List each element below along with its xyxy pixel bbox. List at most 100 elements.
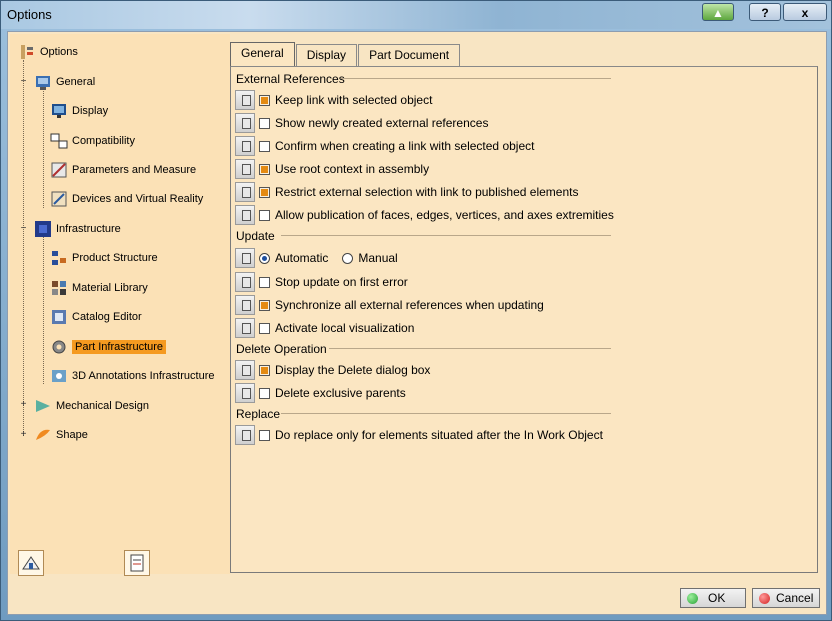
checkbox[interactable] [259, 364, 270, 376]
display-icon [50, 102, 68, 120]
checkbox[interactable] [259, 94, 270, 106]
expand-icon[interactable]: + [19, 400, 28, 410]
ok-button[interactable]: OK [680, 588, 746, 608]
lock-icon[interactable] [235, 159, 255, 179]
dialog-client-area: Options − General Display Compatibility … [7, 31, 827, 615]
section-divider [281, 413, 611, 414]
option-label: Use root context in assembly [275, 162, 430, 176]
tree-root-options[interactable]: Options [18, 42, 78, 62]
options-window: Options ▲ ? x Options − General Display … [0, 0, 832, 621]
expand-icon[interactable]: + [19, 430, 28, 440]
checkbox[interactable] [259, 299, 270, 311]
tree-item-devices-and-virtual-reality[interactable]: Devices and Virtual Reality [50, 189, 203, 209]
option-row: Confirm when creating a link with select… [235, 135, 534, 157]
reset-options-icon[interactable] [18, 550, 44, 576]
tab-display[interactable]: Display [295, 44, 358, 66]
checkbox[interactable] [259, 186, 270, 198]
section-divider [281, 235, 611, 236]
radio-label: Automatic [275, 251, 329, 265]
tree-item-infrastructure[interactable]: Infrastructure [34, 219, 121, 239]
product-structure-icon [50, 249, 68, 267]
radio-manual[interactable] [342, 252, 354, 264]
tree-label: Material Library [72, 282, 148, 294]
general-tab-panel: External References Keep link with selec… [230, 66, 818, 573]
lock-icon[interactable] [235, 360, 255, 380]
checkbox[interactable] [259, 276, 270, 288]
catalog-editor-icon [50, 308, 68, 326]
option-row: Restrict external selection with link to… [235, 181, 578, 203]
tree-item-compatibility[interactable]: Compatibility [50, 131, 135, 151]
tab-general[interactable]: General [230, 42, 295, 66]
collapse-icon[interactable]: − [19, 77, 28, 87]
ok-label: OK [708, 591, 726, 605]
minimize-to-tray-button[interactable]: ▲ [702, 3, 734, 21]
general-icon [34, 73, 52, 91]
tree-label: Options [40, 46, 78, 58]
lock-icon[interactable] [235, 205, 255, 225]
option-label: Keep link with selected object [275, 93, 433, 107]
radio-automatic[interactable] [259, 252, 270, 264]
tree-item-catalog-editor[interactable]: Catalog Editor [50, 307, 142, 327]
shape-icon [34, 426, 52, 444]
lock-icon[interactable] [235, 182, 255, 202]
tree-item-parameters-and-measure[interactable]: Parameters and Measure [50, 160, 196, 180]
gear-icon [50, 338, 68, 356]
tree-label: Devices and Virtual Reality [72, 193, 204, 205]
tree-label: Parameters and Measure [72, 164, 197, 176]
tree-item-3d-annotations-infrastructure[interactable]: 3D Annotations Infrastructure [50, 366, 214, 386]
tree-item-display[interactable]: Display [50, 101, 108, 121]
lock-icon[interactable] [235, 383, 255, 403]
tree-connector [43, 88, 44, 208]
tree-label: Part Infrastructure [72, 340, 167, 354]
lock-icon[interactable] [235, 248, 255, 268]
option-row: Activate local visualization [235, 317, 414, 339]
lock-icon[interactable] [235, 136, 255, 156]
radio-label: Manual [358, 251, 398, 265]
close-button[interactable]: x [783, 3, 827, 21]
option-label: Stop update on first error [275, 275, 408, 289]
checkbox[interactable] [259, 387, 270, 399]
tab-part-document[interactable]: Part Document [358, 44, 461, 66]
section-title-external-references: External References [236, 72, 345, 86]
export-options-icon[interactable] [124, 550, 150, 576]
option-row: Stop update on first error [235, 271, 408, 293]
option-row: Do replace only for elements situated af… [235, 424, 603, 446]
material-library-icon [50, 279, 68, 297]
tree-label: Product Structure [72, 252, 158, 264]
checkbox[interactable] [259, 209, 270, 221]
tree-label: Infrastructure [56, 223, 121, 235]
option-label: Confirm when creating a link with select… [275, 139, 535, 153]
lock-icon[interactable] [235, 318, 255, 338]
lock-icon[interactable] [235, 113, 255, 133]
tree-label: Catalog Editor [72, 311, 142, 323]
option-label: Delete exclusive parents [275, 386, 406, 400]
lock-icon[interactable] [235, 272, 255, 292]
lock-icon[interactable] [235, 295, 255, 315]
tree-item-product-structure[interactable]: Product Structure [50, 248, 158, 268]
option-label: Display the Delete dialog box [275, 363, 431, 377]
tree-item-shape[interactable]: Shape [34, 425, 88, 445]
mechanical-design-icon [34, 397, 52, 415]
option-row: Display the Delete dialog box [235, 359, 430, 381]
lock-icon[interactable] [235, 425, 255, 445]
option-label: Allow publication of faces, edges, verti… [275, 208, 614, 222]
tree-item-material-library[interactable]: Material Library [50, 278, 148, 298]
tree-connector [23, 60, 24, 436]
tree-item-general[interactable]: General [34, 72, 95, 92]
title-bar[interactable]: Options ▲ ? x [1, 1, 831, 29]
checkbox[interactable] [259, 429, 270, 441]
checkbox[interactable] [259, 163, 270, 175]
cancel-button[interactable]: Cancel [752, 588, 820, 608]
tab-strip: General Display Part Document [230, 42, 461, 66]
lock-icon[interactable] [235, 90, 255, 110]
checkbox[interactable] [259, 322, 270, 334]
collapse-icon[interactable]: − [19, 224, 28, 234]
section-divider [341, 78, 611, 79]
options-tree: Options − General Display Compatibility … [10, 34, 230, 576]
help-button[interactable]: ? [749, 3, 781, 21]
option-label: Restrict external selection with link to… [275, 185, 579, 199]
checkbox[interactable] [259, 117, 270, 129]
tree-item-mechanical-design[interactable]: Mechanical Design [34, 396, 149, 416]
tree-item-part-infrastructure[interactable]: Part Infrastructure [50, 337, 167, 357]
checkbox[interactable] [259, 140, 270, 152]
